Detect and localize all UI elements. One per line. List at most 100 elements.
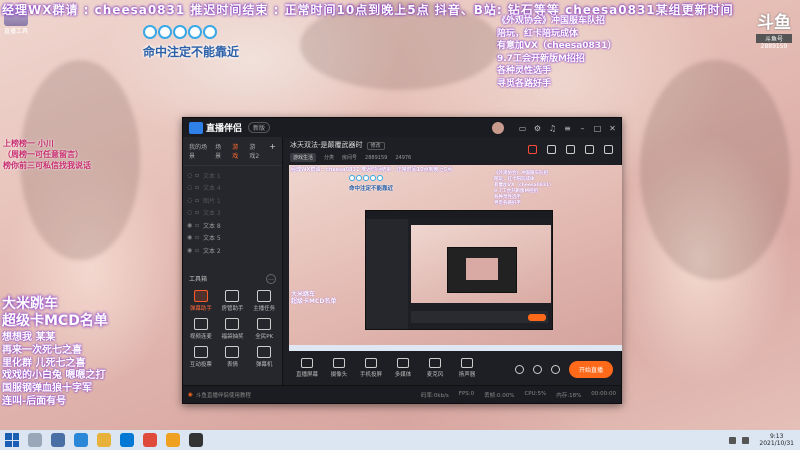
visibility-icon[interactable]: ◌: [187, 197, 195, 204]
room-meta: 游戏生活 分类 房间号 2889159 24976: [290, 153, 615, 162]
tool-danmu-assistant[interactable]: 弹幕助手: [185, 289, 217, 312]
room-id-label: 房间号: [342, 155, 358, 161]
tab-game-2[interactable]: 游戏2: [249, 142, 261, 160]
microphone-icon: [429, 358, 441, 368]
task-view-icon[interactable]: [51, 433, 65, 447]
version-badge[interactable]: 新版: [248, 122, 271, 133]
fullscreen-icon[interactable]: [566, 145, 575, 154]
tool-danmu-machine[interactable]: 弹幕机: [248, 345, 280, 368]
stream-preview[interactable]: 经理WX群请 : cheesa0831 推迟时间结束 : 正常时间10点到晚上5…: [289, 165, 622, 351]
settings-gear-icon[interactable]: [550, 365, 560, 374]
progress-circles: [143, 25, 217, 39]
scene-sidebar: 我的场景 场景 游戏 游戏2 + ◌ ▫ 文本 1 ◌ ▫ 文本 4 ◌ ▫ 图片 1 ◌ ▫…: [183, 137, 283, 387]
preview-eye-icon[interactable]: [532, 365, 542, 374]
source-item[interactable]: ◉ ▫ 文本 8: [183, 219, 282, 232]
car-title: 大米跳车 超级卡MCD名单: [2, 296, 108, 329]
layout-icon[interactable]: [585, 145, 594, 154]
more-tools-icon[interactable]: …: [266, 273, 276, 284]
notice-icon: ◉: [188, 391, 193, 398]
camera-button[interactable]: 摄像头: [326, 355, 352, 378]
notification-icon[interactable]: ♫: [548, 124, 557, 133]
category-label: 分类: [324, 155, 335, 161]
lock-icon[interactable]: ▫: [195, 247, 203, 254]
tool-lucky-bag[interactable]: 福袋抽奖: [217, 317, 249, 340]
edit-title-button[interactable]: 修改: [366, 142, 385, 150]
tab-game[interactable]: 游戏: [232, 142, 241, 160]
app-icon-orange[interactable]: [166, 433, 180, 447]
source-item[interactable]: ◌ ▫ 文本 3: [183, 207, 282, 220]
store-icon[interactable]: [120, 433, 134, 447]
lock-icon[interactable]: ▫: [195, 197, 203, 204]
preview-circles: [349, 175, 383, 181]
user-avatar[interactable]: [492, 122, 504, 134]
camera-icon: [333, 358, 345, 368]
search-icon[interactable]: [28, 433, 42, 447]
tool-grid: 弹幕助手 房管助手 主播任务 视频连麦 福袋抽奖 全民PK 互动投票 表情 弹幕…: [183, 288, 282, 370]
maximize-icon[interactable]: □: [593, 124, 602, 133]
volume-icon[interactable]: [514, 365, 524, 374]
speaker-button[interactable]: 扬声器: [454, 355, 480, 378]
room-manager-icon: [225, 289, 240, 302]
tool-emoji[interactable]: 表情: [217, 345, 249, 368]
fans-count: 24976: [395, 154, 412, 161]
tool-pk[interactable]: 全民PK: [248, 317, 280, 340]
visibility-icon[interactable]: ◉: [187, 234, 195, 241]
clock[interactable]: 9:13 2021/10/31: [759, 433, 794, 447]
main-panel: 冰天双法-是颠覆武器时 修改 游戏生活 分类 房间号 2889159 24976 …: [284, 137, 622, 387]
minimize-icon[interactable]: –: [578, 124, 587, 133]
edge-browser-icon[interactable]: [74, 433, 88, 447]
lock-icon[interactable]: ▫: [195, 184, 203, 191]
start-button[interactable]: [5, 433, 19, 447]
visibility-icon[interactable]: ◌: [187, 209, 195, 216]
toolbox-header: 工具箱 …: [183, 270, 282, 288]
source-item[interactable]: ◉ ▫ 文本 5: [183, 232, 282, 245]
lock-icon[interactable]: ▫: [195, 172, 203, 179]
screen-icon: [301, 358, 313, 368]
microphone-button[interactable]: 麦克风: [422, 355, 448, 378]
live-companion-icon[interactable]: [189, 433, 203, 447]
add-scene-icon[interactable]: +: [269, 142, 276, 160]
source-item[interactable]: ◉ ▫ 文本 2: [183, 244, 282, 257]
preview-ticker: 经理WX群请 : cheesa0831 推迟时间结束 : 正常时间10点到晚上5…: [291, 167, 453, 173]
lock-icon[interactable]: ▫: [195, 234, 203, 241]
room-id-value: 2889159: [365, 154, 388, 161]
record-icon[interactable]: [528, 145, 537, 154]
visibility-icon[interactable]: ◌: [187, 172, 195, 179]
lock-screen-icon[interactable]: [547, 145, 556, 154]
volume-tray-icon[interactable]: [742, 436, 750, 444]
lock-icon[interactable]: ▫: [195, 209, 203, 216]
close-icon[interactable]: ✕: [608, 124, 617, 133]
danmu-machine-icon: [257, 345, 272, 358]
category-badge[interactable]: 游戏生活: [290, 153, 317, 162]
tool-vote[interactable]: 互动投票: [185, 345, 217, 368]
douyu-logo: 斗鱼 斗鱼号 2889159: [756, 13, 792, 50]
visibility-icon[interactable]: ◌: [187, 184, 195, 191]
visibility-icon[interactable]: ◉: [187, 247, 195, 254]
menu-icon[interactable]: ≡: [563, 124, 572, 133]
tool-host-tasks[interactable]: 主播任务: [248, 289, 280, 312]
app-icon-red[interactable]: [143, 433, 157, 447]
tutorial-link[interactable]: 斗鱼直播伴侣使用教程: [196, 391, 251, 399]
settings-icon[interactable]: ⚙: [533, 124, 542, 133]
tab-scene[interactable]: 场景: [215, 142, 224, 160]
start-live-button[interactable]: 开始直播: [568, 361, 613, 378]
source-item[interactable]: ◌ ▫ 文本 1: [183, 169, 282, 182]
screen-capture-button[interactable]: 直播屏幕: [294, 355, 320, 378]
message-icon[interactable]: ▭: [518, 124, 527, 133]
tab-my-scene[interactable]: 我的场景: [189, 142, 207, 160]
source-item[interactable]: ◌ ▫ 图片 1: [183, 194, 282, 207]
phone-cast-button[interactable]: 手机投屏: [358, 355, 384, 378]
share-icon[interactable]: [604, 145, 613, 154]
tool-video-link[interactable]: 视频连麦: [185, 317, 217, 340]
network-icon[interactable]: [729, 436, 737, 444]
file-explorer-icon[interactable]: [97, 433, 111, 447]
source-item[interactable]: ◌ ▫ 文本 4: [183, 182, 282, 195]
lock-icon[interactable]: ▫: [195, 222, 203, 229]
tool-room-manager[interactable]: 房管助手: [217, 289, 249, 312]
preview-message: 命中注定不能靠近: [349, 186, 394, 192]
multimedia-button[interactable]: 多媒体: [390, 355, 416, 378]
status-bar: ◉ 斗鱼直播伴侣使用教程 码率:0kb/s FPS:0 丢帧:0.00% CPU…: [183, 385, 621, 403]
app-name: 直播伴侣: [206, 124, 243, 134]
visibility-icon[interactable]: ◉: [187, 222, 195, 229]
windows-taskbar: 9:13 2021/10/31: [0, 430, 800, 450]
